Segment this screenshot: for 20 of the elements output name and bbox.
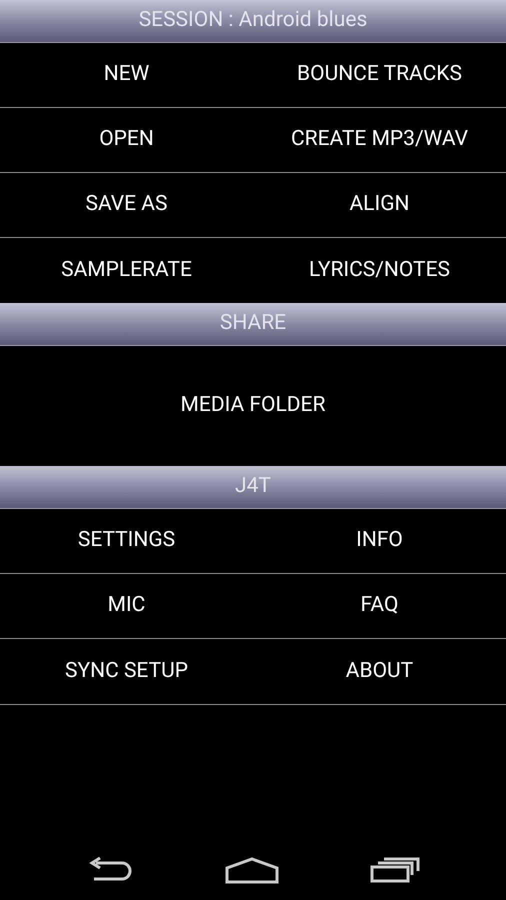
menu-button[interactable]: MIC <box>0 574 253 638</box>
section-header: J4T <box>0 466 506 509</box>
recent-apps-icon[interactable] <box>370 857 420 883</box>
section-header: SHARE <box>0 303 506 346</box>
menu-button[interactable]: ALIGN <box>253 173 506 237</box>
menu-button[interactable]: INFO <box>253 509 506 573</box>
menu-button[interactable]: SETTINGS <box>0 509 253 573</box>
menu-button[interactable]: OPEN <box>0 108 253 172</box>
menu-button[interactable]: LYRICS/NOTES <box>253 238 506 303</box>
menu-button[interactable]: SAVE AS <box>0 173 253 237</box>
menu-button[interactable]: BOUNCE TRACKS <box>253 43 506 107</box>
menu-button[interactable]: SAMPLERATE <box>0 238 253 303</box>
menu-button[interactable]: FAQ <box>253 574 506 638</box>
section-header: SESSION : Android blues <box>0 0 506 43</box>
menu-button[interactable]: SYNC SETUP <box>0 639 253 704</box>
home-icon[interactable] <box>224 856 279 884</box>
menu-button[interactable]: ABOUT <box>253 639 506 704</box>
menu-button[interactable]: NEW <box>0 43 253 107</box>
menu-button[interactable]: MEDIA FOLDER <box>0 346 506 466</box>
menu-button[interactable]: CREATE MP3/WAV <box>253 108 506 172</box>
